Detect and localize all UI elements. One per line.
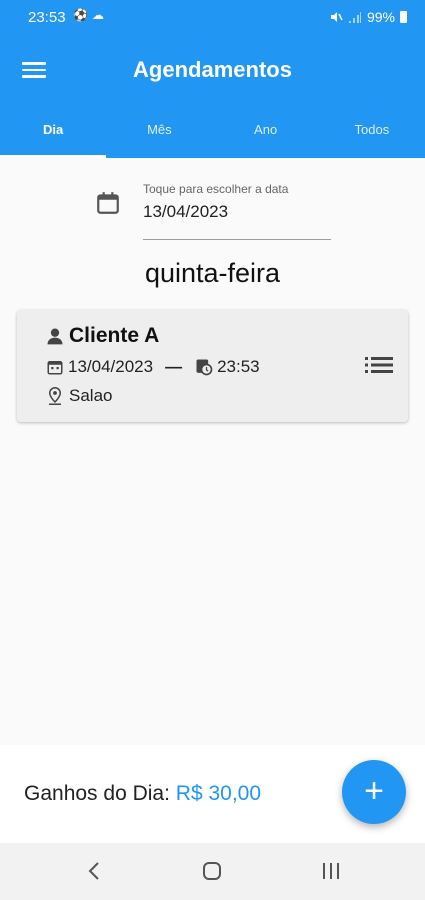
page-title: Agendamentos [133,57,292,82]
battery-icon [400,11,407,23]
earnings-summary: Ganhos do Dia: R$ 30,00 [24,782,261,806]
tab-todos[interactable]: Todos [319,112,425,158]
person-icon [47,328,63,345]
tab-ano[interactable]: Ano [213,112,319,158]
appointment-time: 23:53 [217,357,260,376]
status-right: 99% [329,9,407,25]
location-pin-icon [48,386,62,405]
mute-icon [330,12,343,22]
client-name: Cliente A [69,324,160,347]
back-icon[interactable] [80,857,110,885]
calendar-icon [97,192,119,214]
add-button[interactable]: + [342,760,406,824]
appointment-date: 13/04/2023 [68,357,154,376]
date-field-label: Toque para escolher a data [143,182,289,196]
app-bar: Agendamentos Dia Mês Ano Todos [0,36,425,158]
date-field-value: 13/04/2023 [143,202,229,221]
tab-bar: Dia Mês Ano Todos [0,112,425,158]
location-row: Salao [46,386,112,406]
earnings-value: R$ 30,00 [175,782,262,805]
notification-icons: ⚽ ☁ [73,8,104,22]
signal-icon [348,12,361,23]
tab-dia[interactable]: Dia [0,112,107,158]
date-picker[interactable]: Toque para escolher a data 13/04/2023 [95,178,335,240]
clock-icon [196,359,213,376]
ball-icon: ⚽ [73,8,88,22]
date-field[interactable]: Toque para escolher a data 13/04/2023 [143,178,331,240]
status-bar: 23:53 ⚽ ☁ 99% [0,0,425,36]
appointment-location: Salao [69,386,113,405]
cloud-icon: ☁ [91,8,104,22]
datetime-row: 13/04/2023 — 23:53 [46,357,260,377]
client-row: Cliente A [45,324,159,348]
calendar-icon [47,361,63,375]
list-icon[interactable] [364,353,394,377]
separator: — [165,357,183,376]
tab-mes[interactable]: Mês [106,112,212,158]
recents-icon[interactable] [316,857,346,885]
earnings-label: Ganhos do Dia: [24,782,170,805]
weekday-label: quinta-feira [144,258,281,288]
home-icon[interactable] [197,857,227,885]
battery-percent: 99% [366,9,395,25]
system-nav-bar [0,843,425,900]
appointment-card[interactable]: Cliente A 13/04/2023 — 23:53 Salao [17,310,408,422]
status-time: 23:53 [28,9,66,26]
